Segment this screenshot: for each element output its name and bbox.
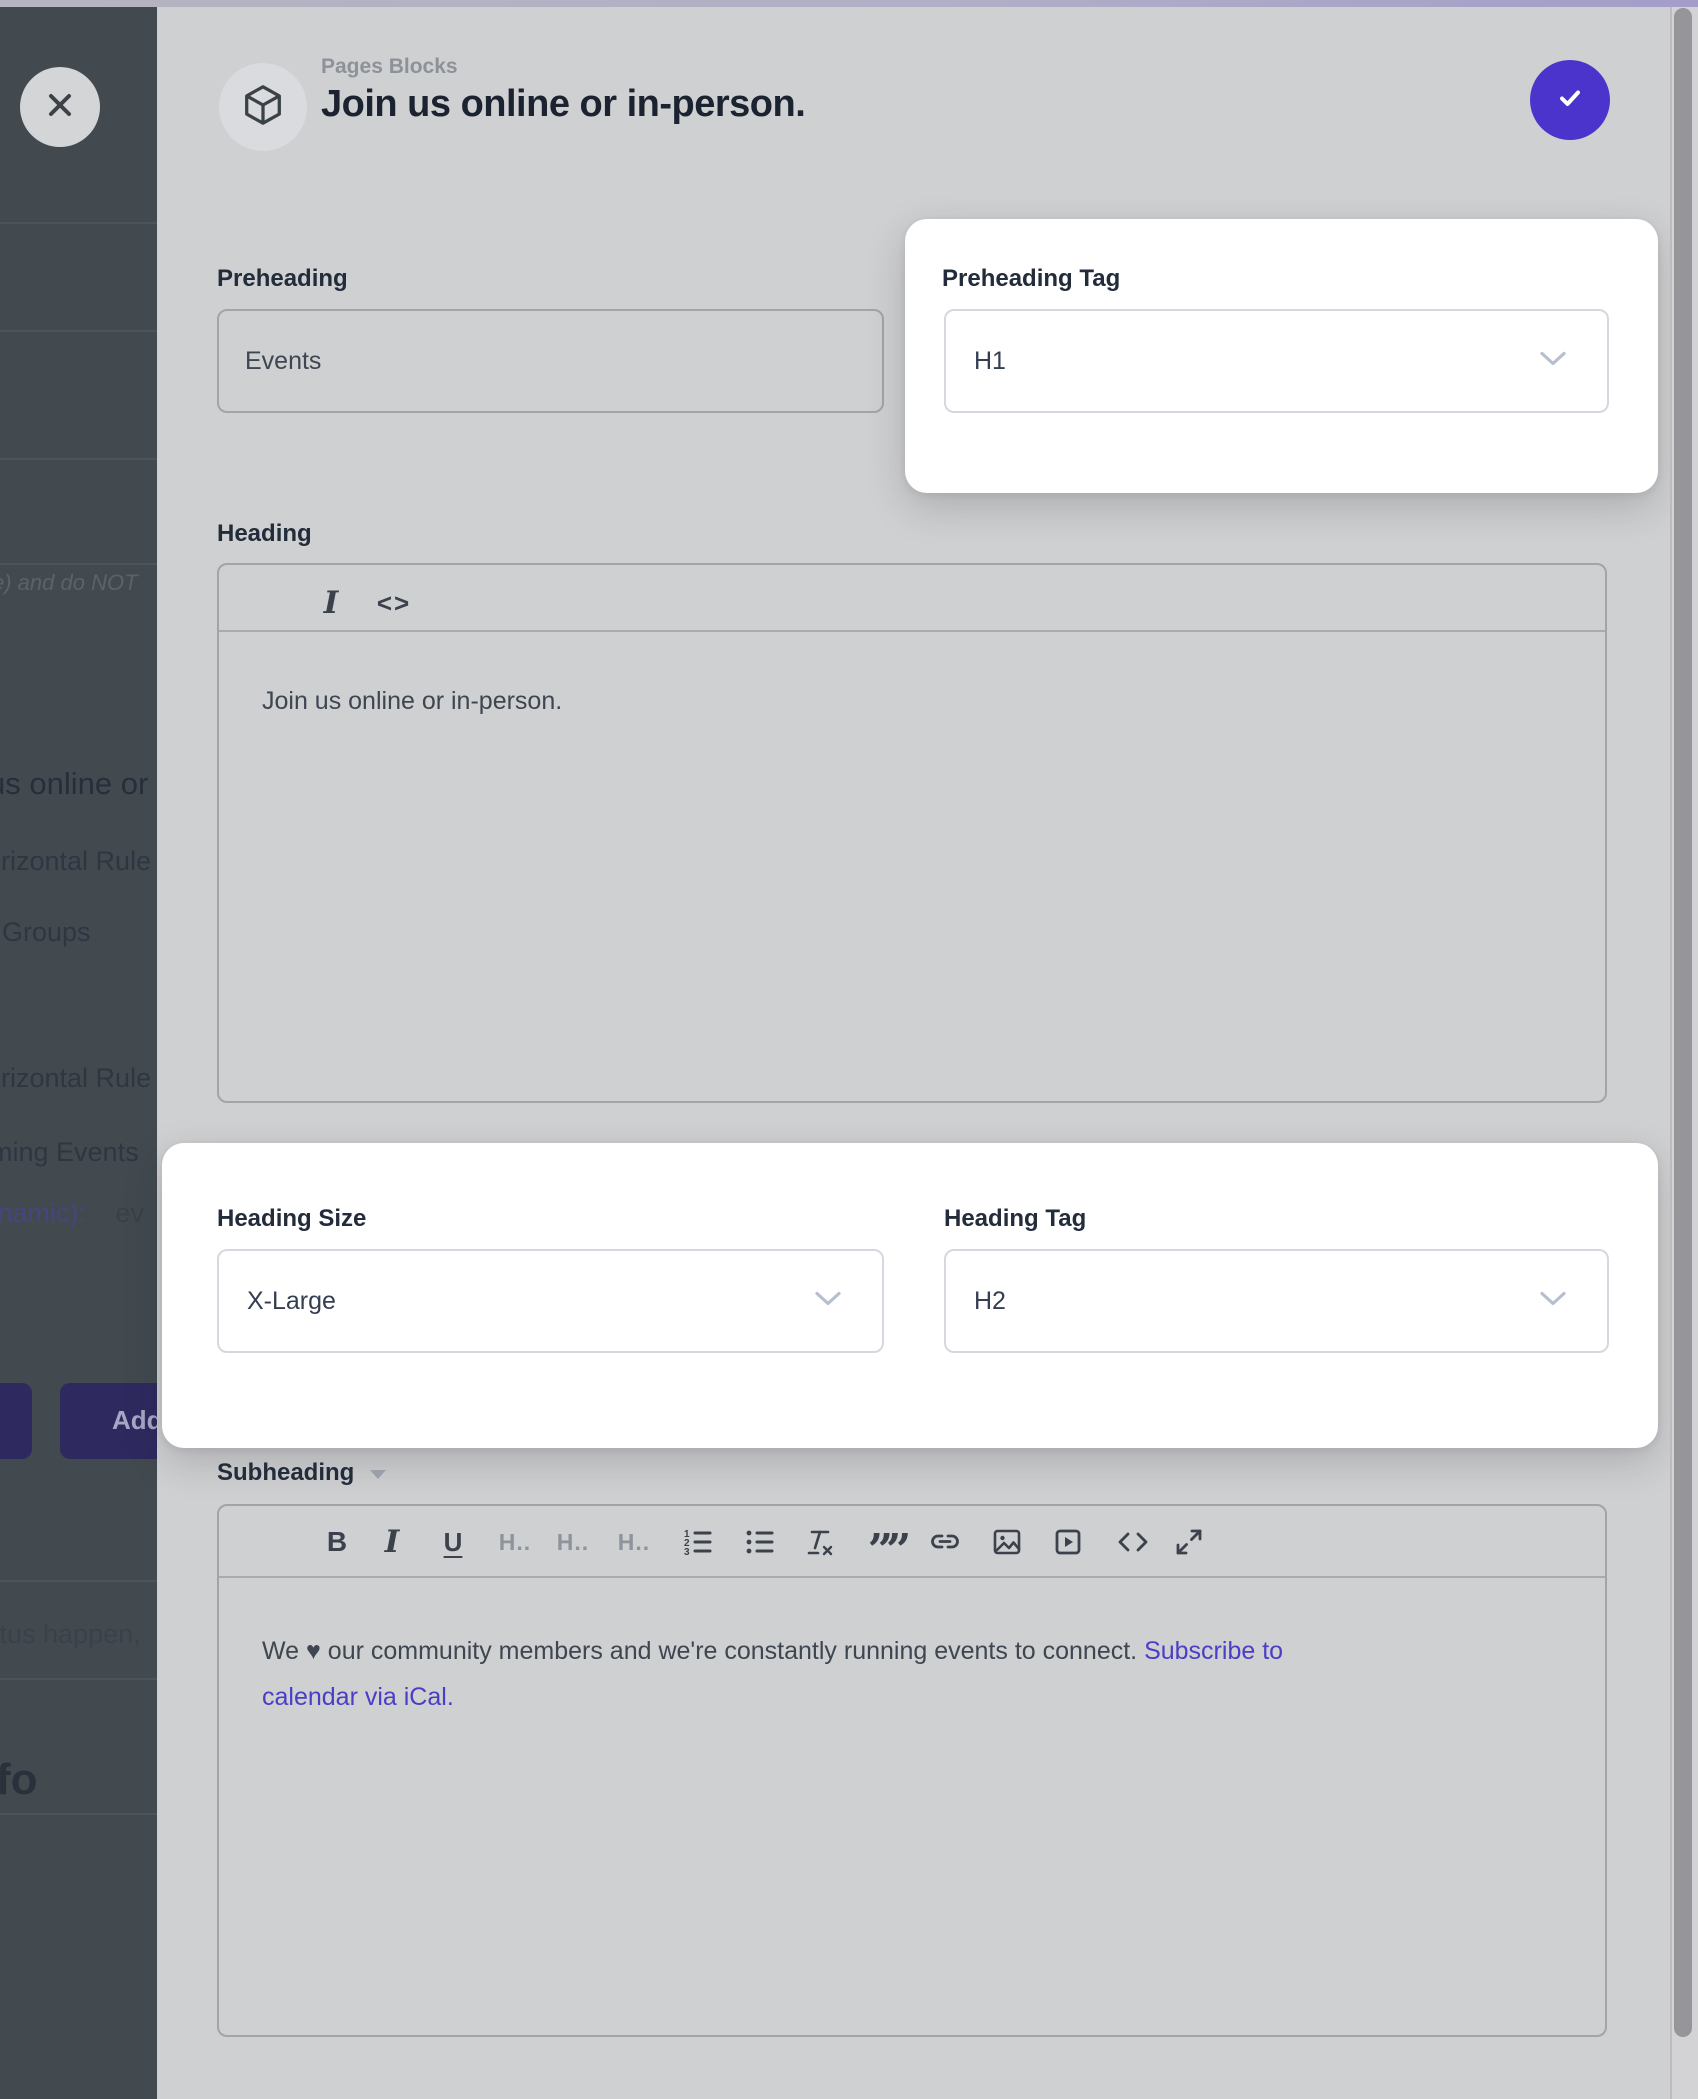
confirm-button[interactable] [1530,60,1610,140]
subheading-text: We ♥ our community members and we're con… [262,1637,1144,1665]
chevron-down-icon [1539,1291,1567,1312]
subheading-editor-toolbar [219,1506,1605,1578]
heading-editor-toolbar [219,565,1605,632]
clipped-text: e) and do NOT [0,570,138,596]
heading-size-value: X-Large [247,1287,336,1316]
code-button[interactable] [1115,1524,1151,1560]
preheading-tag-card: Preheading Tag H1 [905,219,1658,493]
heading-label: Heading [217,520,312,548]
page-title: Join us online or in-person. [321,83,805,126]
image-button[interactable] [989,1524,1025,1560]
chevron-down-icon [814,1291,842,1312]
add-button[interactable]: Add [60,1383,157,1459]
heading-editor-content[interactable]: Join us online or in-person. [262,687,562,716]
subheading-label: Subheading [217,1459,388,1487]
screen: e) and do NOT us online or i orizontal R… [0,0,1698,2099]
clipped-text: orizontal Rule [0,1063,151,1094]
divider [0,1580,157,1582]
preheading-input[interactable] [217,309,884,413]
clipped-text: ctus happen, [0,1619,141,1650]
divider [0,330,157,332]
bullet-list-button[interactable] [742,1524,778,1560]
heading2-button[interactable]: H.. [555,1524,591,1560]
bold-button[interactable]: B [319,1524,355,1560]
chevron-down-icon [1539,351,1567,372]
ordered-list-button[interactable]: 1 2 3 [680,1524,716,1560]
clipped-text: ynamic): ev [0,1198,144,1229]
divider [0,1678,157,1680]
divider [0,458,157,460]
italic-button[interactable]: I [313,585,349,621]
block-icon-badge [219,63,307,151]
add-button-label: Add [112,1405,157,1436]
clipped-text: fo [0,1755,38,1805]
divider [0,1813,157,1815]
scrollbar-thumb[interactable] [1674,8,1692,2037]
breadcrumb: Pages Blocks [321,55,458,79]
clipped-text-code: ev [116,1198,145,1228]
subheading-label-text: Subheading [217,1459,354,1486]
clipped-text-purple: ynamic): [0,1198,86,1228]
underline-button[interactable]: U [435,1524,471,1560]
block-editor-panel: Pages Blocks Join us online or in-person… [157,7,1670,2099]
clipped-text: ming Events [0,1137,139,1168]
heading-size-select[interactable]: X-Large [217,1249,884,1353]
clipped-text: us online or i [0,766,157,802]
subscribe-link-part1: Subscribe to [1144,1637,1283,1665]
close-button[interactable] [20,67,100,147]
italic-button[interactable]: I [374,1524,410,1560]
clipped-text: Groups [2,917,91,948]
preheading-tag-label: Preheading Tag [942,265,1120,293]
clear-format-button[interactable] [801,1524,837,1560]
video-button[interactable] [1050,1524,1086,1560]
blockquote-button[interactable]: ”” [868,1524,904,1560]
subheading-editor-content[interactable]: We ♥ our community members and we're con… [262,1628,1552,1720]
hidden-button[interactable] [0,1383,32,1459]
caret-down-icon[interactable] [368,1459,388,1487]
heading3-button[interactable]: H.. [616,1524,652,1560]
preheading-label: Preheading [217,265,348,293]
preheading-tag-select[interactable]: H1 [944,309,1609,413]
heading-tag-select[interactable]: H2 [944,1249,1609,1353]
link-button[interactable] [927,1524,963,1560]
svg-text:3: 3 [684,1547,690,1557]
heading-size-label: Heading Size [217,1205,366,1233]
preheading-tag-value: H1 [974,347,1006,376]
subheading-editor[interactable]: B I U H.. H.. H.. 1 2 3 [217,1504,1607,2037]
heading-size-tag-card: Heading Size X-Large Heading Tag H2 [162,1143,1658,1448]
fullscreen-button[interactable] [1171,1524,1207,1560]
check-icon [1552,80,1588,121]
heading1-button[interactable]: H.. [497,1524,533,1560]
code-button[interactable]: <> [376,585,412,621]
cube-icon [240,82,286,133]
background-page: e) and do NOT us online or i orizontal R… [0,7,157,2099]
heading-tag-value: H2 [974,1287,1006,1316]
heading-editor[interactable]: I <> Join us online or in-person. [217,563,1607,1103]
close-icon [43,88,77,127]
divider [0,222,157,224]
subscribe-link-part2: calendar via iCal. [262,1683,454,1711]
top-strip [0,0,1698,7]
divider [0,563,157,565]
clipped-text: orizontal Rule [0,846,151,877]
heading-tag-label: Heading Tag [944,1205,1086,1233]
